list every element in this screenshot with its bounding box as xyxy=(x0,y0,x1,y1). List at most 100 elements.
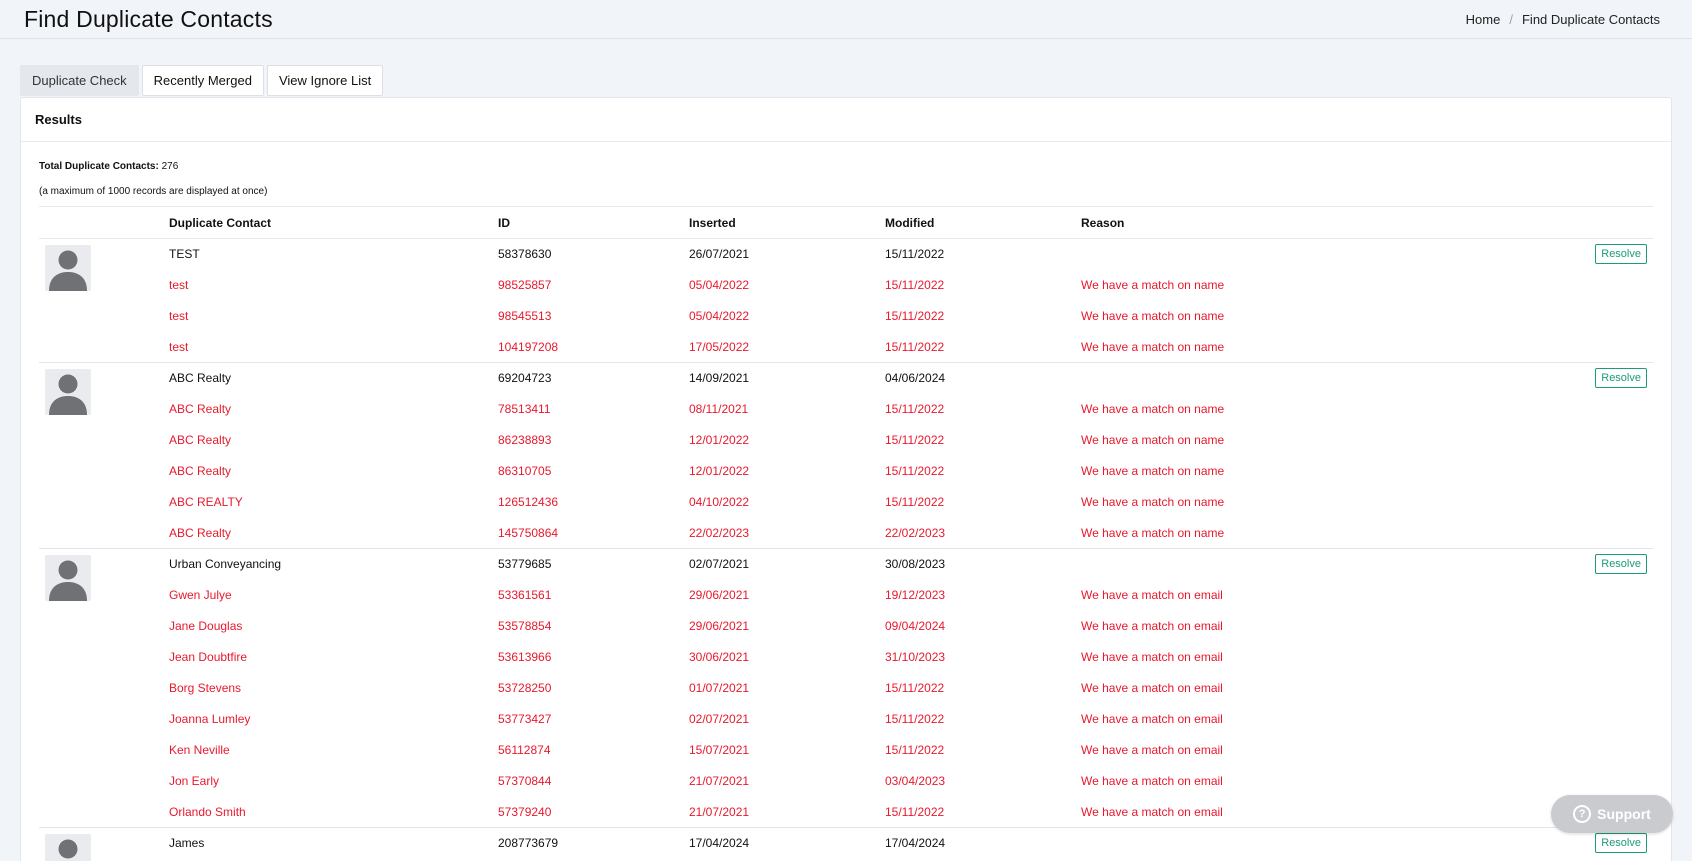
modified-date: 15/11/2022 xyxy=(885,309,945,323)
contact-name: Orlando Smith xyxy=(169,804,246,819)
modified-date: 15/11/2022 xyxy=(885,238,1081,270)
inserted-date: 29/06/2021 xyxy=(689,588,750,602)
tab-recently-merged[interactable]: Recently Merged xyxy=(141,65,264,96)
duplicate-contact-row: test 104197208 17/05/2022 15/11/2022 We have… xyxy=(39,332,1653,363)
duplicate-contact-row: Borg Stevens 53728250 01/07/2021 15/11/2022… xyxy=(39,673,1653,704)
contact-name: Urban Conveyancing xyxy=(169,548,498,580)
contact-id: 53728250 xyxy=(498,681,552,695)
duplicate-contact-row: ABC Realty 86310705 12/01/2022 15/11/2022 We… xyxy=(39,456,1653,487)
contact-id: 57370844 xyxy=(498,774,552,788)
contact-id: 56112874 xyxy=(498,743,551,757)
modified-date: 15/11/2022 xyxy=(885,278,945,292)
action-cell xyxy=(1583,487,1653,518)
avatar-cell xyxy=(39,518,169,549)
action-cell xyxy=(1583,766,1653,797)
resolve-button[interactable]: Resolve xyxy=(1595,554,1647,575)
modified-date: 22/02/2023 xyxy=(885,525,946,540)
results-limit-note: (a maximum of 1000 records are displayed… xyxy=(39,186,268,197)
avatar-cell xyxy=(39,548,169,601)
match-reason: We have a match on name xyxy=(1081,464,1225,478)
column-header-modified: Modified xyxy=(885,206,1081,239)
contact-name: James xyxy=(169,827,498,859)
primary-contact-row: Urban Conveyancing 53779685 02/07/2021 30/0… xyxy=(39,548,1653,601)
avatar-cell xyxy=(39,456,169,487)
avatar-cell xyxy=(39,487,169,518)
modified-date: 15/11/2022 xyxy=(885,464,945,478)
avatar-cell xyxy=(39,642,169,673)
breadcrumb-home-link[interactable]: Home xyxy=(1466,12,1501,27)
contact-id: 53361561 xyxy=(498,588,552,602)
contact-name: ABC Realty xyxy=(169,433,232,447)
action-cell xyxy=(1583,425,1653,456)
inserted-date: 01/07/2021 xyxy=(689,681,750,695)
match-reason xyxy=(1081,238,1583,270)
action-cell xyxy=(1583,580,1653,611)
action-column-header xyxy=(1583,206,1653,239)
action-cell xyxy=(1583,394,1653,425)
inserted-date: 26/07/2021 xyxy=(689,238,885,270)
primary-contact-row: James 208773679 17/04/2024 17/04/2024 Resolv… xyxy=(39,827,1653,861)
support-button[interactable]: ? Support xyxy=(1551,795,1673,833)
inserted-date: 02/07/2021 xyxy=(689,712,750,726)
contact-id: 86238893 xyxy=(498,433,552,447)
results-card: Results Total Duplicate Contacts: 276 (a… xyxy=(20,97,1672,861)
primary-contact-row: TEST 58378630 26/07/2021 15/11/2022 Resolve xyxy=(39,238,1653,291)
results-summary: Total Duplicate Contacts: 276 (a maximum… xyxy=(39,160,1653,198)
breadcrumb: Home / Find Duplicate Contacts xyxy=(1466,12,1660,27)
duplicate-contact-row: ABC Realty 145750864 22/02/2023 22/02/2023 W… xyxy=(39,518,1653,549)
avatar-cell xyxy=(39,238,169,291)
avatar-cell xyxy=(39,394,169,425)
contact-name: test xyxy=(169,278,189,292)
inserted-date: 17/05/2022 xyxy=(689,339,750,354)
duplicate-contact-row: Jane Douglas 53578854 29/06/2021 09/04/2024… xyxy=(39,611,1653,642)
breadcrumb-current: Find Duplicate Contacts xyxy=(1521,11,1660,27)
tab-duplicate-check[interactable]: Duplicate Check xyxy=(20,65,139,96)
avatar-cell xyxy=(39,362,169,415)
match-reason: We have a match on email xyxy=(1081,650,1223,664)
contact-name: Borg Stevens xyxy=(169,681,242,695)
action-cell xyxy=(1583,518,1653,549)
action-cell: Resolve xyxy=(1583,548,1653,580)
duplicate-contact-row: ABC Realty 86238893 12/01/2022 15/11/2022 We… xyxy=(39,425,1653,456)
match-reason: We have a match on email xyxy=(1081,743,1223,757)
match-reason: We have a match on email xyxy=(1081,619,1223,633)
modified-date: 03/04/2023 xyxy=(885,774,946,788)
column-header-inserted: Inserted xyxy=(689,206,885,239)
modified-date: 15/11/2022 xyxy=(885,743,945,757)
duplicate-contact-row: Jon Early 57370844 21/07/2021 03/04/2023 We … xyxy=(39,766,1653,797)
contact-id: 53779685 xyxy=(498,548,689,580)
contact-id: 58378630 xyxy=(498,238,689,270)
action-cell: Resolve xyxy=(1583,362,1653,394)
results-body: Total Duplicate Contacts: 276 (a maximum… xyxy=(21,142,1671,861)
modified-date: 19/12/2023 xyxy=(885,588,946,602)
contact-id: 86310705 xyxy=(498,464,552,478)
avatar-cell xyxy=(39,425,169,456)
modified-date: 15/11/2022 xyxy=(885,681,945,695)
match-reason: We have a match on name xyxy=(1081,495,1225,509)
resolve-button[interactable]: Resolve xyxy=(1595,833,1647,854)
resolve-button[interactable]: Resolve xyxy=(1595,244,1647,265)
contact-name: Joanna Lumley xyxy=(169,712,251,726)
contact-id: 53578854 xyxy=(498,619,552,633)
resolve-button[interactable]: Resolve xyxy=(1595,368,1647,389)
duplicate-contact-row: Orlando Smith 57379240 21/07/2021 15/11/202… xyxy=(39,797,1653,828)
action-cell xyxy=(1583,704,1653,735)
contact-name: ABC Realty xyxy=(169,362,498,394)
duplicate-contact-row: Jean Doubtfire 53613966 30/06/2021 31/10/20… xyxy=(39,642,1653,673)
match-reason: We have a match on email xyxy=(1081,681,1223,695)
inserted-date: 14/09/2021 xyxy=(689,362,885,394)
match-reason: We have a match on name xyxy=(1081,309,1225,323)
match-reason xyxy=(1081,827,1583,859)
avatar-cell xyxy=(39,332,169,363)
avatar-column-header xyxy=(39,206,169,239)
action-cell xyxy=(1583,301,1653,332)
results-heading: Results xyxy=(21,98,1671,142)
duplicates-table-body: TEST 58378630 26/07/2021 15/11/2022 Resolve t… xyxy=(39,238,1653,861)
tab-view-ignore-list[interactable]: View Ignore List xyxy=(266,65,384,96)
contact-name: TEST xyxy=(169,238,498,270)
avatar-cell xyxy=(39,797,169,828)
inserted-date: 08/11/2021 xyxy=(689,402,749,416)
table-header-row: Duplicate Contact ID Inserted Modified R… xyxy=(39,206,1653,239)
inserted-date: 05/04/2022 xyxy=(689,278,750,292)
avatar-cell xyxy=(39,673,169,704)
